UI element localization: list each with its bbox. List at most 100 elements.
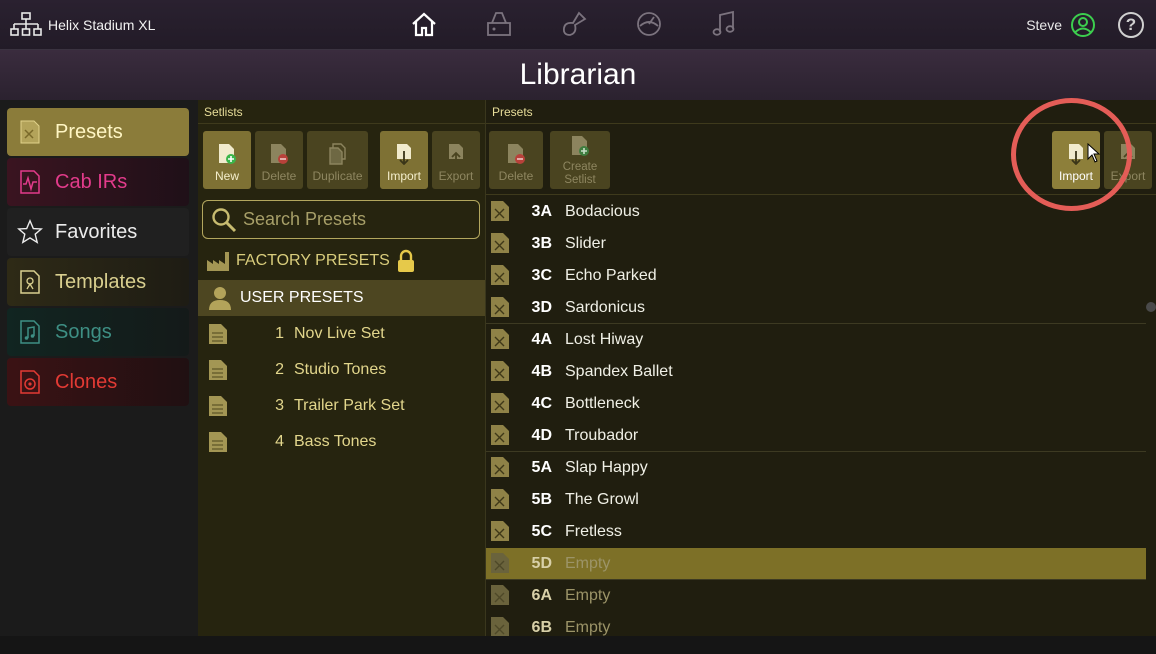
preset-row[interactable]: 5A Slap Happy (486, 452, 1146, 484)
preset-name: Fretless (565, 523, 622, 540)
librarian-app: Helix Stadium XL Steve ? Librarian Prese… (0, 0, 1156, 654)
user-online-icon (1071, 13, 1095, 37)
export-icon (449, 144, 463, 164)
scroll-indicator[interactable] (1146, 302, 1156, 312)
preset-row[interactable]: 3D Sardonicus (486, 292, 1146, 324)
preset-row[interactable]: 6B Empty (486, 612, 1146, 636)
mouse-cursor-icon (1087, 143, 1101, 163)
user-presets-item[interactable]: USER PRESETS (198, 280, 485, 316)
create-setlist-button[interactable]: Create Setlist (550, 131, 610, 189)
setlist-item[interactable]: 4 Bass Tones (208, 424, 478, 460)
preset-row[interactable]: 4D Troubador (486, 420, 1146, 452)
search-icon (212, 207, 237, 232)
music-icon[interactable] (705, 8, 743, 40)
preset-name: Spandex Ballet (565, 363, 673, 380)
sidebar-item-clones[interactable]: Clones (7, 358, 189, 406)
preset-icon (491, 393, 509, 413)
setlist-item[interactable]: 2 Studio Tones (208, 352, 478, 388)
preset-row[interactable]: 5B The Growl (486, 484, 1146, 516)
preset-name: Bodacious (565, 203, 640, 220)
preset-name: Slider (565, 235, 606, 252)
import-setlist-button[interactable]: Import (380, 131, 428, 189)
presets-header: Presets (492, 105, 533, 119)
sidebar-item-label: Templates (55, 270, 147, 293)
import-icon (397, 144, 411, 165)
setlist-item[interactable]: 1 Nov Live Set (208, 316, 478, 352)
export-setlist-button[interactable]: Export (432, 131, 480, 189)
duplicate-icon (328, 143, 346, 165)
preset-row[interactable]: 4B Spandex Ballet (486, 356, 1146, 388)
new-setlist-button[interactable]: New (203, 131, 251, 189)
setlists-panel: Setlists New Delete Duplicate Import Exp… (198, 100, 486, 636)
preset-name: Slap Happy (565, 459, 648, 476)
factory-presets-item[interactable]: FACTORY PRESETS (206, 246, 416, 276)
preset-row[interactable]: 3C Echo Parked (486, 260, 1146, 292)
search-placeholder: Search Presets (243, 209, 367, 229)
preset-slot: 4C (531, 395, 552, 412)
preset-name: Sardonicus (565, 299, 646, 316)
bottom-bar (0, 636, 1156, 654)
user-account[interactable]: Steve (1026, 12, 1096, 38)
title-bar: Librarian (0, 50, 1156, 100)
setlist-icon (209, 396, 227, 416)
clone-icon (17, 368, 43, 396)
preset-slot: 4D (531, 427, 552, 444)
setlists-header: Setlists (204, 105, 243, 119)
preset-icon (17, 118, 43, 146)
preset-row[interactable]: 4A Lost Hiway (486, 324, 1146, 356)
preset-row[interactable]: 3B Slider (486, 228, 1146, 260)
delete-file-icon (508, 144, 525, 164)
amp-icon[interactable] (480, 8, 518, 40)
waveform-icon (17, 168, 43, 196)
preset-name: Troubador (565, 427, 639, 444)
preset-icon (491, 553, 509, 573)
export-preset-button[interactable]: Export (1104, 131, 1152, 189)
divider (486, 123, 1156, 124)
home-icon[interactable] (405, 8, 443, 40)
delete-preset-button[interactable]: Delete (489, 131, 543, 189)
preset-slot: 4A (531, 331, 552, 348)
import-icon (1069, 144, 1083, 165)
guitar-icon[interactable] (555, 8, 593, 40)
delete-setlist-button[interactable]: Delete (255, 131, 303, 189)
preset-icon (491, 361, 509, 381)
preset-slot: 6A (531, 587, 552, 604)
preset-icon (491, 297, 509, 317)
preset-slot: 4B (531, 363, 552, 380)
preset-icon (491, 425, 509, 445)
sidebar-item-templates[interactable]: Templates (7, 258, 189, 306)
preset-row[interactable]: 5C Fretless (486, 516, 1146, 548)
sidebar-item-label: Clones (55, 370, 118, 393)
tuner-icon[interactable] (630, 8, 668, 40)
preset-name: Empty (565, 555, 611, 572)
sidebar-item-songs[interactable]: Songs (7, 308, 189, 356)
preset-row[interactable]: 5D Empty (486, 548, 1146, 580)
setlist-item[interactable]: 3 Trailer Park Set (208, 388, 478, 424)
top-bar: Helix Stadium XL Steve ? (0, 0, 1156, 50)
preset-slot: 3D (531, 299, 552, 316)
sidebar-item-presets[interactable]: Presets (7, 108, 189, 156)
preset-slot: 6B (531, 619, 552, 636)
search-input[interactable]: Search Presets (202, 200, 480, 239)
preset-icon (491, 233, 509, 253)
preset-row[interactable]: 6A Empty (486, 580, 1146, 612)
help-button[interactable]: ? (1118, 12, 1144, 38)
preset-icon (491, 585, 509, 605)
preset-list[interactable]: 3A Bodacious 3B Slider 3C Echo Parked 3D Sardon… (486, 196, 1156, 636)
preset-icon (491, 265, 509, 285)
sidebar-item-label: Songs (55, 320, 112, 343)
librarian-sidebar: Presets Cab IRs Favorites Templates Song… (0, 100, 198, 636)
device-selector[interactable]: Helix Stadium XL (10, 11, 155, 39)
setlist-icon (209, 324, 227, 344)
preset-row[interactable]: 4C Bottleneck (486, 388, 1146, 420)
preset-name: Empty (565, 587, 611, 604)
setlist-icon (209, 360, 227, 380)
preset-row[interactable]: 3A Bodacious (486, 196, 1146, 228)
preset-slot: 5A (531, 459, 552, 476)
factory-icon (207, 252, 229, 271)
divider (486, 194, 1156, 195)
sidebar-item-cab-irs[interactable]: Cab IRs (7, 158, 189, 206)
song-icon (17, 318, 43, 346)
sidebar-item-favorites[interactable]: Favorites (7, 208, 189, 256)
duplicate-setlist-button[interactable]: Duplicate (307, 131, 368, 189)
